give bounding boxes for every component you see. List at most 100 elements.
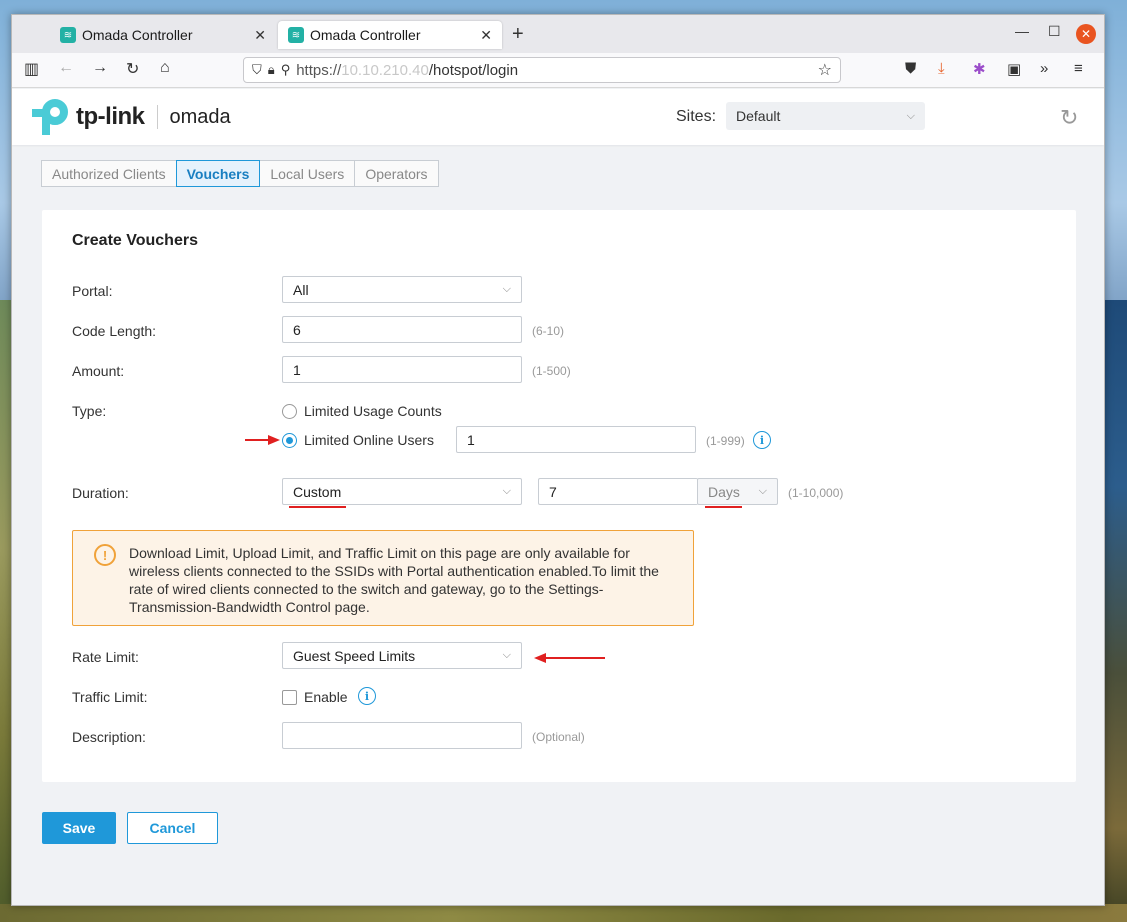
radio-limited-usage-counts[interactable]: [282, 404, 297, 419]
limited-usage-counts-label: Limited Usage Counts: [304, 403, 442, 419]
home-icon[interactable]: ⌂: [160, 59, 170, 77]
menu-icon[interactable]: ≡: [1074, 60, 1083, 77]
info-icon[interactable]: i: [358, 687, 376, 705]
code-length-value: 6: [293, 321, 301, 338]
tab-operators[interactable]: Operators: [354, 160, 439, 187]
close-window-icon[interactable]: ✕: [1076, 24, 1096, 44]
sites-select[interactable]: Default ⌵: [726, 102, 925, 130]
duration-unit-select[interactable]: Days ⌵: [697, 478, 778, 505]
info-icon[interactable]: i: [753, 431, 771, 449]
new-tab-icon[interactable]: +: [512, 23, 524, 46]
minimize-icon[interactable]: —: [1015, 23, 1029, 39]
maximize-icon[interactable]: ☐: [1048, 23, 1061, 40]
annotation-arrow: [544, 657, 605, 659]
description-hint: (Optional): [532, 730, 585, 744]
browser-tab-1[interactable]: ≋ Omada Controller ✕: [50, 21, 276, 49]
password-manager-icon[interactable]: ▣: [1007, 60, 1021, 78]
amount-value: 1: [293, 361, 301, 378]
browser-nav-bar: ▥ ← → ↻ ⌂ ⛉ 🔒︎ ⚲ https:// 10.10.210.40 /…: [12, 53, 1104, 88]
traffic-limit-checkbox[interactable]: [282, 690, 297, 705]
logo-divider: [156, 105, 158, 129]
annotation-underline: [289, 506, 346, 508]
form-title: Create Vouchers: [72, 232, 198, 249]
traffic-limit-label: Traffic Limit:: [72, 689, 148, 705]
close-tab-icon[interactable]: ✕: [480, 27, 492, 44]
warning-notice: ! Download Limit, Upload Limit, and Traf…: [72, 530, 694, 626]
duration-value-input[interactable]: 7: [538, 478, 698, 505]
chevron-down-icon: ⌵: [502, 283, 511, 295]
portal-value: All: [293, 281, 309, 298]
bookmark-star-icon[interactable]: ☆: [818, 60, 832, 80]
chevron-down-icon: ⌵: [502, 649, 511, 661]
online-users-value: 1: [467, 431, 475, 448]
tplink-omada-logo: tp-link omada: [32, 97, 231, 137]
brand-name: tp-link: [76, 103, 145, 130]
extension-icon[interactable]: ✱: [973, 60, 986, 78]
cancel-button[interactable]: Cancel: [127, 812, 218, 844]
refresh-icon[interactable]: ↻: [1060, 105, 1078, 131]
section-tabs: Authorized Clients Vouchers Local Users …: [41, 160, 439, 187]
pocket-icon[interactable]: ⛊: [905, 60, 916, 77]
portal-select[interactable]: All ⌵: [282, 276, 522, 303]
portal-label: Portal:: [72, 283, 113, 299]
rate-limit-value: Guest Speed Limits: [293, 647, 416, 664]
code-length-label: Code Length:: [72, 323, 157, 339]
tab-authorized-clients[interactable]: Authorized Clients: [41, 160, 177, 187]
description-input[interactable]: [282, 722, 522, 749]
browser-tab-2[interactable]: ≋ Omada Controller ✕: [278, 21, 502, 49]
sidebar-toggle-icon[interactable]: ▥: [24, 59, 39, 79]
save-button[interactable]: Save: [42, 812, 116, 844]
tplink-logo-icon: [32, 97, 72, 137]
online-users-input[interactable]: 1: [456, 426, 696, 453]
warning-icon: !: [94, 544, 116, 566]
limited-online-users-label: Limited Online Users: [304, 432, 434, 448]
annotation-underline: [705, 506, 742, 508]
wifi-favicon-icon: ≋: [60, 27, 76, 43]
rate-limit-select[interactable]: Guest Speed Limits ⌵: [282, 642, 522, 669]
app-header: tp-link omada Sites: Default ⌵ ↻: [12, 89, 1104, 145]
browser-window: ≋ Omada Controller ✕ ≋ Omada Controller …: [11, 14, 1105, 906]
sites-label: Sites:: [676, 108, 717, 125]
download-icon[interactable]: ⤓: [938, 60, 945, 77]
desktop-background-right: [1105, 300, 1127, 922]
duration-hint: (1-10,000): [788, 486, 844, 500]
shield-icon: ⛉: [252, 62, 262, 77]
amount-label: Amount:: [72, 363, 125, 379]
forward-icon[interactable]: →: [92, 59, 108, 77]
type-label: Type:: [72, 403, 107, 419]
sites-value: Default: [736, 108, 781, 124]
warning-text: Download Limit, Upload Limit, and Traffi…: [129, 545, 659, 615]
radio-limited-online-users[interactable]: [282, 433, 297, 448]
product-name: omada: [169, 105, 231, 128]
close-tab-icon[interactable]: ✕: [254, 27, 266, 44]
browser-tab-title: Omada Controller: [82, 27, 193, 43]
permissions-icon: ⚲: [280, 62, 291, 77]
url-scheme: https://: [296, 61, 342, 79]
duration-mode-value: Custom: [293, 483, 342, 500]
duration-value: 7: [549, 483, 557, 500]
amount-hint: (1-500): [532, 364, 571, 378]
lock-icon: 🔒︎: [267, 62, 275, 77]
chevron-down-icon: ⌵: [906, 109, 915, 122]
duration-unit-value: Days: [708, 483, 740, 500]
create-vouchers-card: Create Vouchers Portal: All ⌵ Code Lengt…: [42, 210, 1076, 782]
desktop-background-bottom: [0, 904, 1127, 922]
code-length-hint: (6-10): [532, 324, 565, 338]
code-length-input[interactable]: 6: [282, 316, 522, 343]
chevron-down-icon: ⌵: [502, 485, 511, 497]
back-icon[interactable]: ←: [58, 59, 74, 77]
url-path: /hotspot/login: [428, 61, 519, 79]
overflow-icon[interactable]: »: [1040, 60, 1048, 77]
tab-vouchers[interactable]: Vouchers: [175, 160, 261, 187]
chevron-down-icon: ⌵: [758, 485, 767, 497]
url-host: 10.10.210.40: [341, 61, 429, 79]
traffic-limit-enable-label: Enable: [304, 689, 348, 705]
address-bar[interactable]: ⛉ 🔒︎ ⚲ https:// 10.10.210.40 /hotspot/lo…: [243, 57, 841, 83]
amount-input[interactable]: 1: [282, 356, 522, 383]
browser-tab-bar: ≋ Omada Controller ✕ ≋ Omada Controller …: [12, 15, 1104, 53]
tab-local-users[interactable]: Local Users: [259, 160, 356, 187]
reload-icon[interactable]: ↻: [126, 59, 139, 79]
duration-mode-select[interactable]: Custom ⌵: [282, 478, 522, 505]
annotation-arrow-head: [268, 435, 280, 445]
online-users-hint: (1-999): [706, 434, 745, 448]
